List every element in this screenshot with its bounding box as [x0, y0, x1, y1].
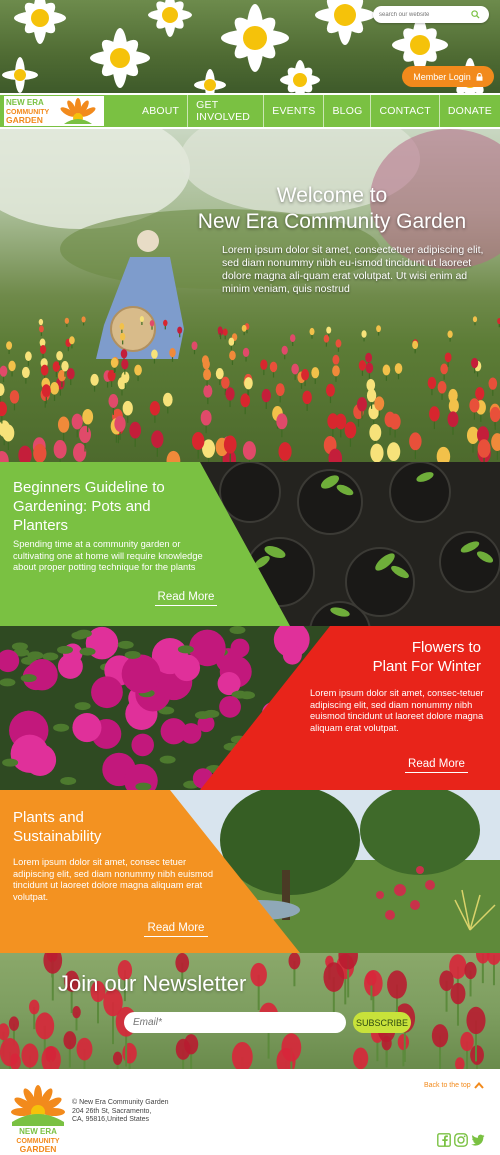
block2-title-line2: Plant For Winter — [372, 658, 481, 675]
block3-body: Lorem ipsum dolor sit amet, consec tetue… — [13, 857, 213, 902]
header-photo-daisies: Member Login — [0, 0, 500, 93]
back-to-top-link[interactable]: Back to the top — [424, 1082, 484, 1089]
hero-title-line1: Welcome to — [276, 184, 388, 207]
block3-title: Plants and Sustainability — [13, 809, 102, 845]
footer-logo[interactable]: NEW ERA COMMUNITY GARDEN — [10, 1082, 66, 1154]
search-input[interactable] — [379, 11, 471, 18]
footer-copyright: © New Era Community Garden — [72, 1099, 169, 1106]
main-nav-bar: NEW ERA COMMUNITY GARDEN ABOUT GET INVOL… — [0, 93, 500, 127]
block3-read-more-link[interactable]: Read More — [144, 922, 208, 937]
site-logo[interactable]: NEW ERA COMMUNITY GARDEN — [4, 96, 104, 126]
hero-title-line2: New Era Community Garden — [197, 210, 467, 233]
hero-body-text: Lorem ipsum dolor sit amet, consectetuer… — [222, 244, 484, 295]
twitter-icon[interactable] — [471, 1133, 485, 1147]
block2-read-more-link[interactable]: Read More — [405, 758, 468, 773]
search-box[interactable] — [373, 6, 489, 23]
block2-title-line1: Flowers to — [411, 639, 481, 656]
nav-item-get-involved[interactable]: GET INVOLVED — [187, 95, 263, 127]
facebook-icon[interactable] — [437, 1133, 451, 1147]
footer-logo-graphic: NEW ERA COMMUNITY GARDEN — [11, 1085, 65, 1154]
footer-address: © New Era Community Garden 204 26th St, … — [72, 1099, 169, 1125]
nav-item-about[interactable]: ABOUT — [134, 95, 187, 127]
search-icon[interactable] — [471, 10, 480, 19]
footer-logo-line3: GARDEN — [20, 1144, 57, 1154]
newsletter-title: Join our Newsletter — [58, 971, 247, 996]
nav-item-donate[interactable]: DONATE — [438, 95, 500, 127]
lock-icon — [476, 72, 483, 81]
footer-address-line2: CA, 95816,United States — [72, 1116, 150, 1124]
block1-title: Beginners Guideline to Gardening: Pots a… — [13, 479, 165, 534]
nav-menu: ABOUT GET INVOLVED EVENTS BLOG CONTACT D… — [134, 95, 500, 127]
block1-body: Spending time at a community garden or c… — [13, 539, 203, 572]
footer-logo-line1: NEW ERA — [19, 1127, 57, 1136]
footer-address-line1: 204 26th St, Sacramento, — [72, 1107, 152, 1115]
member-login-label: Member Login — [413, 71, 471, 82]
logo-text-line3: GARDEN — [6, 115, 43, 125]
logo-text-line1: NEW ERA — [6, 98, 44, 107]
subscribe-button[interactable]: SUBSCRIBE — [353, 1012, 411, 1033]
nav-item-events[interactable]: EVENTS — [263, 95, 323, 127]
nav-item-blog[interactable]: BLOG — [323, 95, 370, 127]
block2-body: Lorem ipsum dolor sit amet, consec-tetue… — [310, 688, 484, 733]
chevron-up-icon — [473, 1082, 484, 1089]
member-login-button[interactable]: Member Login — [402, 66, 494, 87]
social-links — [437, 1133, 485, 1147]
block2-title: Flowers to Plant For Winter — [330, 638, 481, 676]
block1-read-more-link[interactable]: Read More — [155, 591, 217, 606]
nav-item-contact[interactable]: CONTACT — [370, 95, 438, 127]
logo-graphic: NEW ERA COMMUNITY GARDEN — [6, 98, 96, 125]
hero-title: Welcome to New Era Community Garden — [172, 183, 492, 235]
newsletter-email-input[interactable] — [124, 1012, 346, 1033]
back-to-top-label: Back to the top — [424, 1082, 471, 1089]
instagram-icon[interactable] — [454, 1133, 468, 1147]
